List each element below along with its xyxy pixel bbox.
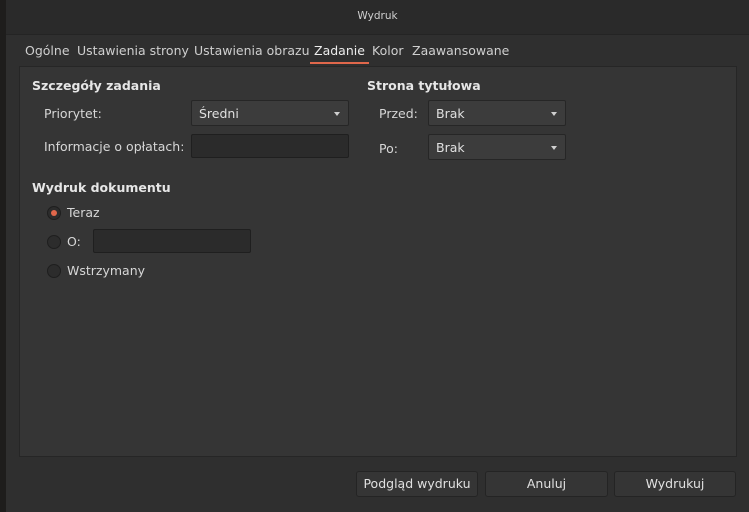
tab-general[interactable]: Ogólne — [25, 40, 70, 62]
radio-on-hold-label[interactable]: Wstrzymany — [67, 263, 145, 278]
tab-image-quality[interactable]: Ustawienia obrazu — [194, 40, 310, 62]
radio-now[interactable] — [47, 206, 61, 220]
billing-info-input[interactable] — [191, 134, 349, 158]
radio-at-time[interactable] — [47, 235, 61, 249]
radio-at-time-label[interactable]: O: — [67, 234, 81, 249]
cover-after-combo[interactable]: Brak — [428, 134, 566, 160]
cover-before-value: Brak — [436, 106, 465, 121]
tab-page-setup[interactable]: Ustawienia strony — [77, 40, 189, 62]
tab-job[interactable]: Zadanie — [310, 40, 369, 64]
job-panel: Szczegóły zadania Priorytet: Średni Info… — [19, 66, 737, 457]
cover-after-value: Brak — [436, 140, 465, 155]
cover-before-combo[interactable]: Brak — [428, 100, 566, 126]
cover-after-label: Po: — [379, 141, 398, 156]
cover-page-heading: Strona tytułowa — [367, 78, 481, 93]
priority-label: Priorytet: — [44, 106, 102, 121]
radio-now-label[interactable]: Teraz — [67, 205, 100, 220]
print-button[interactable]: Wydrukuj — [614, 471, 736, 497]
cover-before-label: Przed: — [379, 106, 418, 121]
billing-info-label: Informacje o opłatach: — [44, 139, 185, 154]
priority-combo[interactable]: Średni — [191, 100, 349, 126]
print-dialog: Wydruk Ogólne Ustawienia strony Ustawien… — [6, 0, 749, 512]
tab-advanced[interactable]: Zaawansowane — [412, 40, 509, 62]
titlebar[interactable]: Wydruk — [6, 0, 749, 35]
chevron-down-icon — [334, 112, 340, 116]
print-document-heading: Wydruk dokumentu — [32, 180, 171, 195]
window-title: Wydruk — [357, 10, 398, 22]
chevron-down-icon — [551, 146, 557, 150]
job-details-heading: Szczegóły zadania — [32, 78, 161, 93]
at-time-input[interactable] — [93, 229, 251, 253]
radio-on-hold[interactable] — [47, 264, 61, 278]
tab-color[interactable]: Kolor — [372, 40, 403, 62]
priority-value: Średni — [199, 106, 239, 121]
chevron-down-icon — [551, 112, 557, 116]
cancel-button[interactable]: Anuluj — [485, 471, 608, 497]
print-preview-button[interactable]: Podgląd wydruku — [356, 471, 478, 497]
